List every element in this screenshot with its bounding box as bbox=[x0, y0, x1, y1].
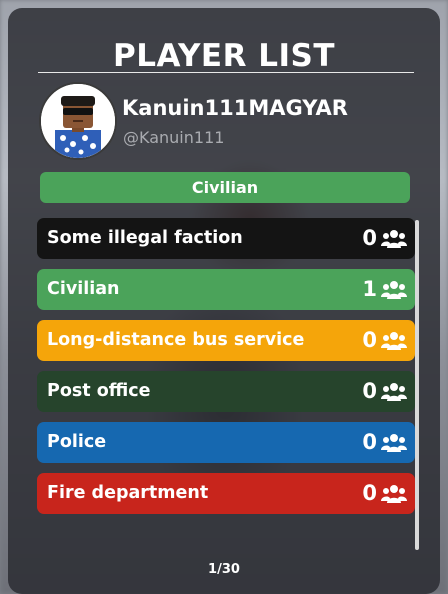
team-name: Civilian bbox=[47, 279, 120, 299]
people-group-icon bbox=[381, 383, 407, 401]
people-group-icon bbox=[381, 434, 407, 452]
team-member-count: 1 bbox=[362, 277, 377, 301]
title-divider bbox=[38, 72, 414, 73]
player-display-name: Kanuin111MAGYAR bbox=[122, 96, 348, 120]
team-member-count: 0 bbox=[362, 379, 377, 403]
team-member-count: 0 bbox=[362, 226, 377, 250]
team-row-post-office[interactable]: Post office 0 bbox=[37, 371, 415, 412]
team-name: Police bbox=[47, 432, 107, 452]
team-row-fire-department[interactable]: Fire department 0 bbox=[37, 473, 415, 514]
team-member-count: 0 bbox=[362, 430, 377, 454]
team-name: Fire department bbox=[47, 483, 209, 503]
people-group-icon bbox=[381, 332, 407, 350]
people-group-icon bbox=[381, 230, 407, 248]
team-row-some-illegal-faction[interactable]: Some illegal faction 0 bbox=[37, 218, 415, 259]
team-member-count: 0 bbox=[362, 328, 377, 352]
team-list-scrollbar[interactable] bbox=[415, 220, 419, 550]
team-row-police[interactable]: Police 0 bbox=[37, 422, 415, 463]
team-member-count: 0 bbox=[362, 481, 377, 505]
team-row-civilian[interactable]: Civilian 1 bbox=[37, 269, 415, 310]
player-list-panel: PLAYER LIST Kanuin111MAGYAR @Kanuin111 C… bbox=[8, 8, 440, 594]
page-indicator: 1/30 bbox=[208, 562, 240, 577]
people-group-icon bbox=[381, 485, 407, 503]
team-list: Some illegal faction 0 Civilian 1 Long-d… bbox=[37, 218, 415, 524]
team-row-long-distance-bus-service[interactable]: Long-distance bus service 0 bbox=[37, 320, 415, 361]
panel-title: PLAYER LIST bbox=[112, 38, 336, 74]
player-avatar[interactable] bbox=[39, 82, 117, 160]
avatar-image bbox=[41, 84, 115, 158]
people-group-icon bbox=[381, 281, 407, 299]
player-team-badge: Civilian bbox=[40, 172, 410, 203]
team-name: Long-distance bus service bbox=[47, 330, 305, 350]
player-handle: @Kanuin111 bbox=[123, 128, 225, 147]
team-name: Post office bbox=[47, 381, 151, 401]
team-name: Some illegal faction bbox=[47, 228, 243, 248]
